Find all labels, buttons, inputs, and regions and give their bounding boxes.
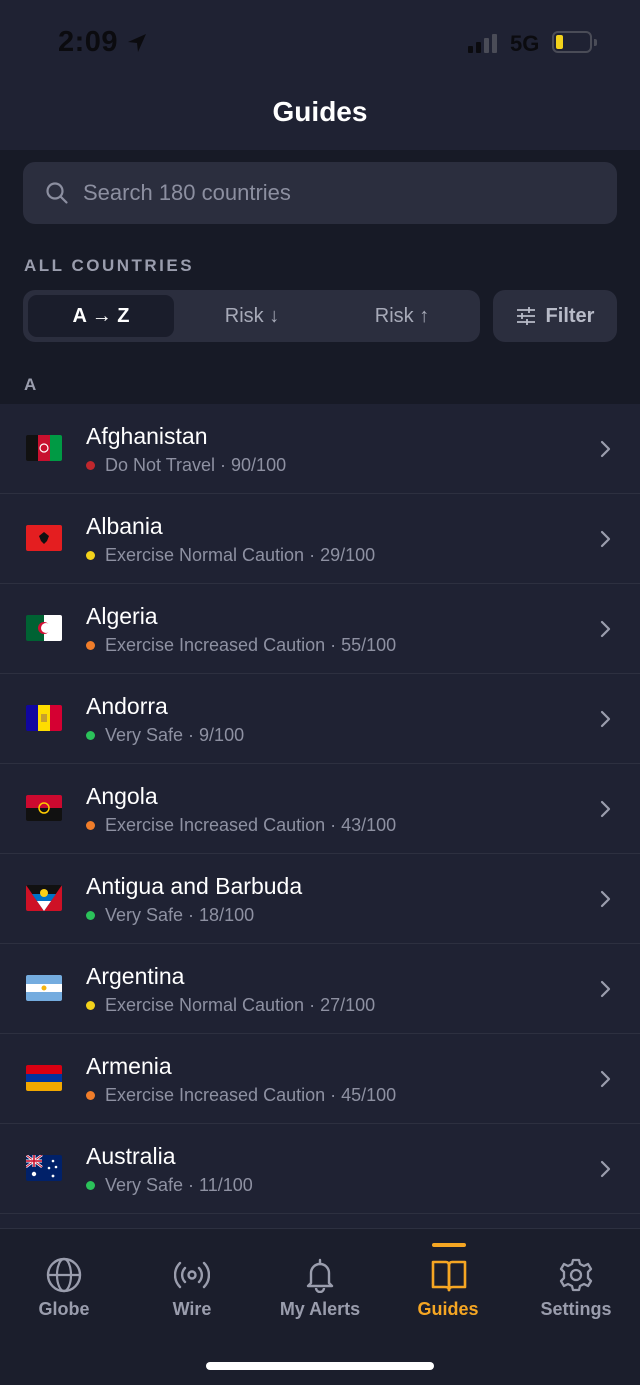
section-label: ALL COUNTRIES	[24, 256, 195, 275]
sort-a-z-button[interactable]: A → Z	[28, 295, 174, 337]
chevron-right-icon	[600, 620, 611, 638]
battery-icon	[552, 31, 597, 53]
tab-label: Globe	[38, 1299, 90, 1319]
tab-label: Guides	[417, 1299, 479, 1319]
country-name: Argentina	[86, 963, 185, 989]
risk-dot	[86, 641, 95, 650]
andorra-flag-icon	[26, 705, 62, 731]
risk-dot	[86, 911, 95, 920]
tab-settings[interactable]: Settings	[512, 1229, 640, 1339]
country-name: Armenia	[86, 1053, 172, 1079]
signal-icon	[468, 34, 497, 53]
status-time: 2:09	[58, 26, 119, 58]
risk-dot	[86, 461, 95, 470]
country-name: Algeria	[86, 603, 158, 629]
tab-globe[interactable]: Globe	[0, 1229, 128, 1339]
australia-flag-icon	[26, 1155, 62, 1181]
argentina-flag-icon	[26, 975, 62, 1001]
risk-text: Very Safe · 9/100	[105, 725, 245, 745]
chevron-right-icon	[600, 1070, 611, 1088]
risk-text: Exercise Increased Caution · 55/100	[105, 635, 397, 655]
risk-text: Very Safe · 11/100	[105, 1175, 253, 1195]
broadcast-icon	[174, 1261, 210, 1289]
filter-button[interactable]: Filter	[493, 290, 617, 342]
country-row-argentina[interactable]: Argentina Exercise Normal Caution · 27/1…	[0, 944, 640, 1034]
risk-dot	[86, 1091, 95, 1100]
country-row-armenia[interactable]: Armenia Exercise Increased Caution · 45/…	[0, 1034, 640, 1124]
sliders-icon	[516, 307, 535, 325]
gear-icon	[559, 1258, 593, 1292]
search-icon	[46, 182, 68, 204]
tab-label: Wire	[172, 1299, 212, 1319]
chevron-right-icon	[600, 890, 611, 908]
tab-my-alerts[interactable]: My Alerts	[256, 1229, 384, 1339]
country-list: Afghanistan Do Not Travel · 90/100 Alban…	[0, 404, 640, 1214]
letter-section-header: A	[24, 375, 37, 394]
tab-label: My Alerts	[279, 1299, 361, 1319]
sort-segmented-control: A → Z Risk ↓ Risk ↑	[23, 290, 480, 342]
sort-risk-asc-button[interactable]: Risk ↑	[329, 295, 475, 337]
risk-dot	[86, 551, 95, 560]
home-indicator[interactable]	[206, 1362, 434, 1370]
country-name: Angola	[86, 783, 158, 809]
algeria-flag-icon	[26, 615, 62, 641]
globe-icon	[46, 1257, 82, 1293]
country-row-afghanistan[interactable]: Afghanistan Do Not Travel · 90/100	[0, 404, 640, 494]
risk-text: Exercise Increased Caution · 45/100	[105, 1085, 397, 1105]
risk-text: Very Safe · 18/100	[105, 905, 255, 925]
tab-label: Settings	[540, 1299, 612, 1319]
location-arrow-icon	[128, 34, 146, 52]
filter-label: Filter	[545, 304, 595, 327]
bell-icon	[306, 1258, 334, 1293]
risk-dot	[86, 821, 95, 830]
page-title: Guides	[272, 96, 368, 127]
country-name: Albania	[86, 513, 163, 539]
network-label: 5G	[510, 31, 540, 56]
country-name: Andorra	[86, 693, 168, 719]
risk-dot	[86, 1181, 95, 1190]
angola-flag-icon	[26, 795, 62, 821]
antigua-flag-icon	[26, 885, 62, 911]
chevron-right-icon	[600, 1160, 611, 1178]
risk-dot	[86, 1001, 95, 1010]
country-row-antigua-and-barbuda[interactable]: Antigua and Barbuda Very Safe · 18/100	[0, 854, 640, 944]
chevron-right-icon	[600, 440, 611, 458]
country-name: Australia	[86, 1143, 176, 1169]
tab-wire[interactable]: Wire	[128, 1229, 256, 1339]
country-row-albania[interactable]: Albania Exercise Normal Caution · 29/100	[0, 494, 640, 584]
risk-text: Do Not Travel · 90/100	[105, 455, 287, 475]
tab-guides[interactable]: Guides	[384, 1229, 512, 1339]
risk-text: Exercise Normal Caution · 27/100	[105, 995, 376, 1015]
armenia-flag-icon	[26, 1065, 62, 1091]
country-row-andorra[interactable]: Andorra Very Safe · 9/100	[0, 674, 640, 764]
status-bar: 2:09 5G	[0, 0, 640, 86]
risk-text: Exercise Normal Caution · 29/100	[105, 545, 376, 565]
country-name: Afghanistan	[86, 423, 208, 449]
risk-text: Exercise Increased Caution · 43/100	[105, 815, 397, 835]
country-row-algeria[interactable]: Algeria Exercise Increased Caution · 55/…	[0, 584, 640, 674]
chevron-right-icon	[600, 530, 611, 548]
search-input[interactable]: Search 180 countries	[23, 162, 617, 224]
risk-dot	[86, 731, 95, 740]
chevron-right-icon	[600, 800, 611, 818]
search-placeholder: Search 180 countries	[83, 180, 291, 205]
afghanistan-flag-icon	[26, 435, 62, 461]
book-icon	[431, 1260, 467, 1292]
chevron-right-icon	[600, 710, 611, 728]
albania-flag-icon	[26, 525, 62, 551]
country-row-australia[interactable]: Australia Very Safe · 11/100	[0, 1124, 640, 1214]
chevron-right-icon	[600, 980, 611, 998]
country-row-angola[interactable]: Angola Exercise Increased Caution · 43/1…	[0, 764, 640, 854]
country-name: Antigua and Barbuda	[86, 873, 303, 899]
sort-risk-desc-button[interactable]: Risk ↓	[179, 295, 325, 337]
